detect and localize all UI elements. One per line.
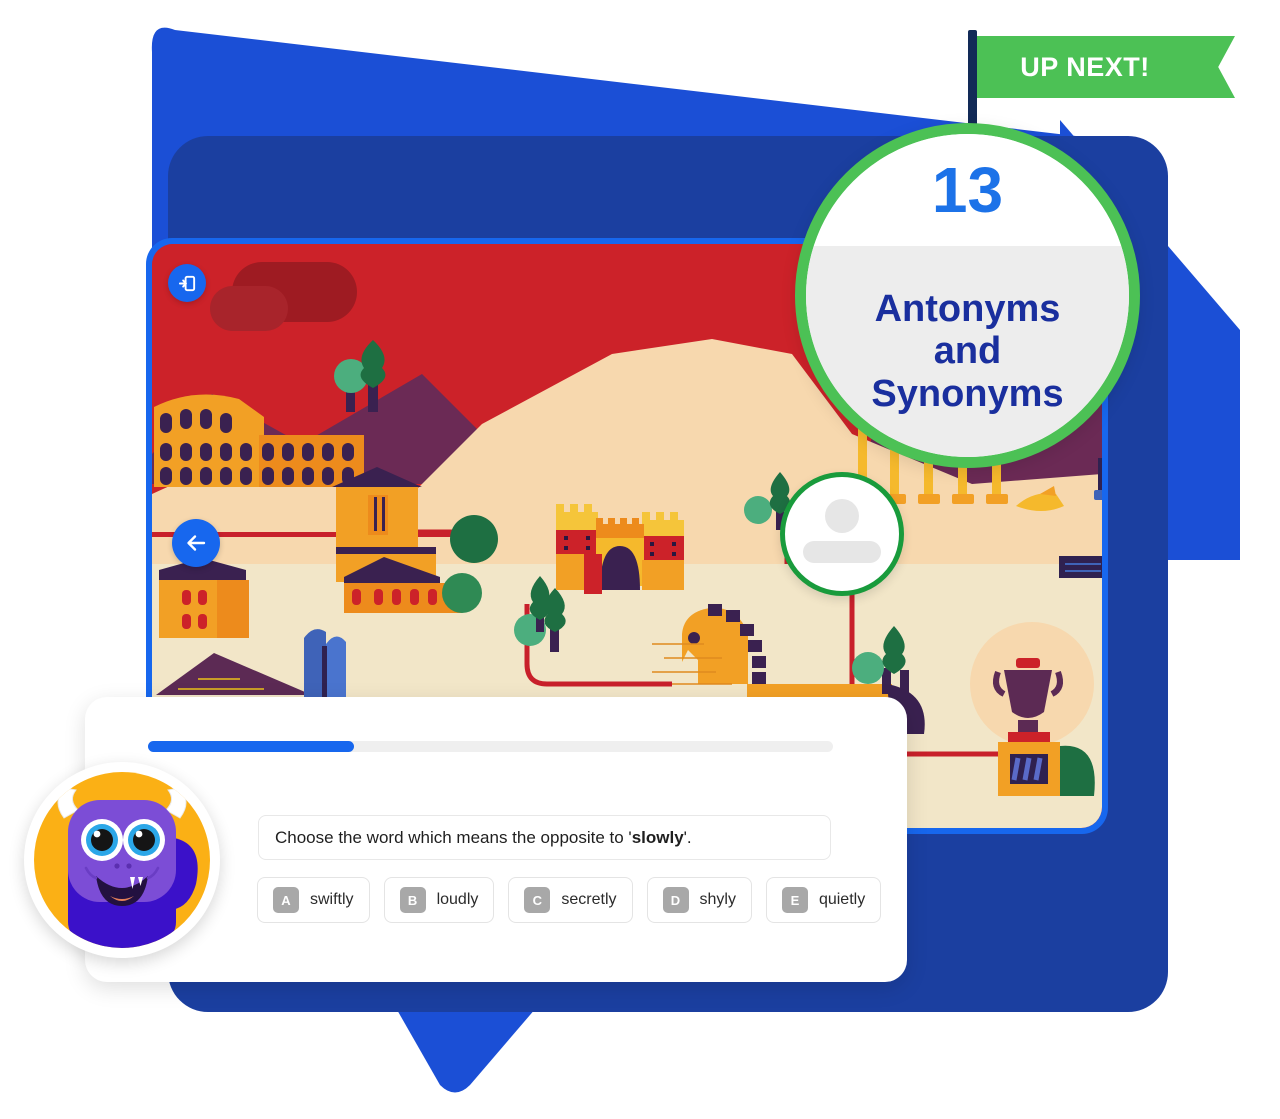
avatar-placeholder-head-icon — [825, 499, 859, 533]
player-map-node[interactable] — [780, 472, 904, 596]
answer-option-key: D — [662, 887, 689, 913]
exit-icon — [178, 275, 195, 291]
boat-shape — [1016, 486, 1064, 511]
lesson-title-line3: Synonyms — [871, 372, 1064, 415]
answer-option-label: quietly — [818, 891, 866, 908]
tree-group — [852, 626, 909, 694]
scene-root: UP NEXT! 13 Antonyms and Synonyms Choose… — [0, 0, 1280, 1119]
answer-option-d[interactable]: Dshyly — [646, 877, 752, 923]
answer-options: Aswiftly Bloudly Csecretly Dshyly Equietly — [257, 877, 882, 923]
avatar-placeholder-body-icon — [803, 541, 881, 563]
progress-bar — [148, 741, 833, 752]
vase-monument — [993, 658, 1095, 796]
lesson-badge-title-area: Antonyms and Synonyms — [806, 246, 1129, 457]
answer-option-b[interactable]: Bloudly — [383, 877, 495, 923]
answer-option-key: A — [273, 887, 299, 913]
answer-option-label: swiftly — [310, 891, 354, 908]
question-keyword: slowly — [631, 827, 684, 847]
avatar-disc — [34, 772, 210, 948]
lesson-badge[interactable]: 13 Antonyms and Synonyms — [795, 123, 1140, 468]
lesson-title: Antonyms and Synonyms — [871, 288, 1063, 416]
question-prompt: Choose the word which means the opposite… — [258, 815, 831, 860]
temple-building — [332, 467, 498, 613]
arrow-left-icon — [187, 535, 206, 551]
lesson-title-line1: Antonyms — [874, 287, 1061, 330]
back-button[interactable] — [172, 519, 220, 567]
answer-option-e[interactable]: Equietly — [765, 877, 882, 923]
lesson-title-line2: and — [933, 330, 1002, 373]
question-text-suffix: '. — [683, 827, 692, 847]
question-text-prefix: Choose the word which means the opposite… — [275, 827, 632, 847]
monster-icon — [57, 787, 198, 948]
answer-option-label: shyly — [699, 891, 736, 908]
tree-single — [529, 576, 551, 632]
house-building — [159, 558, 249, 638]
answer-option-label: secretly — [561, 891, 617, 908]
answer-option-key: C — [524, 887, 551, 913]
answer-option-a[interactable]: Aswiftly — [257, 877, 370, 923]
lesson-number: 13 — [931, 154, 1004, 226]
gate-shape — [1059, 556, 1102, 578]
answer-option-label: loudly — [436, 891, 479, 908]
exit-button[interactable] — [168, 264, 206, 302]
marker-shape — [1094, 458, 1102, 500]
answer-option-key: E — [781, 887, 808, 913]
monster-avatar[interactable] — [24, 762, 220, 958]
up-next-flag: UP NEXT! — [977, 36, 1193, 98]
progress-bar-fill — [148, 741, 354, 752]
tree-group — [334, 340, 386, 412]
up-next-label: UP NEXT! — [1020, 51, 1150, 82]
answer-option-c[interactable]: Csecretly — [508, 877, 633, 923]
answer-option-key: B — [399, 887, 426, 913]
